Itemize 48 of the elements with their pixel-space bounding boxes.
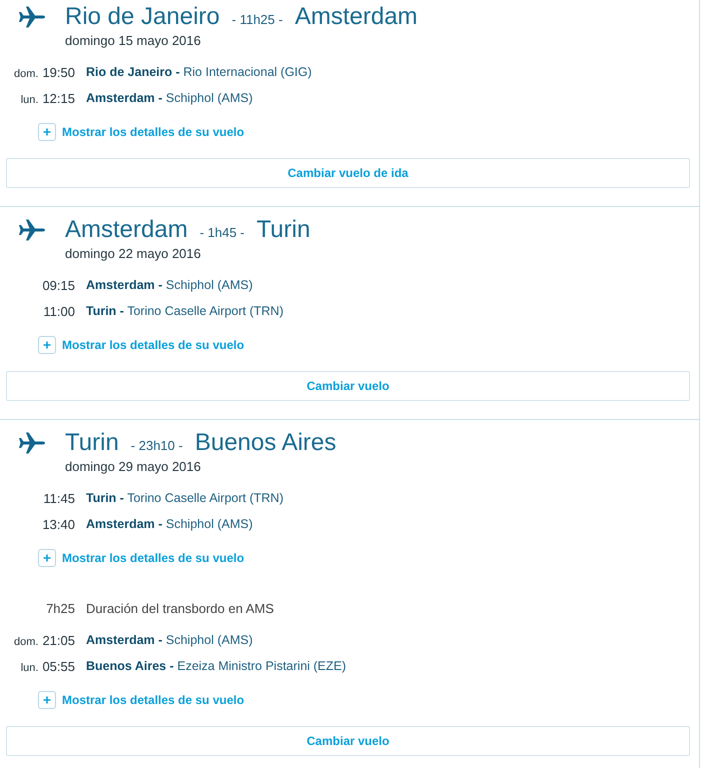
flight-date: domingo 22 mayo 2016 [65, 245, 202, 263]
airplane-icon [18, 432, 46, 454]
weekday-label: dom. [14, 636, 38, 648]
origin-city: Turin [65, 429, 119, 457]
plus-icon [38, 123, 56, 141]
show-details-link[interactable]: Mostrar los detalles de su vuelo [38, 335, 244, 355]
plus-icon [38, 691, 56, 709]
airport-label: Amsterdam - Schiphol (AMS) [86, 278, 253, 292]
flight-time: 11:45 [43, 490, 75, 506]
destination-city: Buenos Aires [194, 429, 336, 457]
airport-label: Turin - Torino Caselle Airport (TRN) [86, 304, 284, 318]
airport-label: Amsterdam - Schiphol (AMS) [86, 91, 253, 105]
flight-duration: - 23h10 - [130, 437, 183, 455]
weekday-label: lun. [20, 94, 38, 106]
flight-time: 11:00 [43, 304, 75, 318]
plus-icon [38, 549, 56, 567]
flight-time: 13:40 [42, 516, 75, 532]
weekday-label: dom. [14, 68, 38, 80]
show-details-link[interactable]: Mostrar los detalles de su vuelo [38, 690, 244, 710]
destination-city: Amsterdam [294, 3, 418, 31]
airplane-icon [18, 219, 46, 241]
transfer-label: Duración del transbordo en AMS [86, 600, 274, 616]
show-details-link[interactable]: Mostrar los detalles de su vuelo [38, 548, 244, 568]
airport-label: Amsterdam - Schiphol (AMS) [86, 517, 253, 531]
flight-time: 05:55 [42, 658, 75, 674]
flight-duration: - 11h25 - [232, 11, 283, 29]
flight-time: 19:50 [42, 64, 75, 80]
change-flight-button[interactable]: Cambiar vuelo [6, 726, 690, 756]
weekday-label: lun. [20, 662, 38, 674]
plus-icon [38, 336, 56, 354]
change-flight-button[interactable]: Cambiar vuelo [6, 371, 690, 401]
flight-date: domingo 15 mayo 2016 [65, 32, 202, 50]
origin-city: Rio de Janeiro [65, 3, 220, 31]
flight-date: domingo 29 mayo 2016 [65, 458, 202, 476]
transfer-duration: 7h25 [45, 600, 75, 616]
airport-label: Turin - Torino Caselle Airport (TRN) [86, 491, 284, 505]
origin-city: Amsterdam [65, 216, 188, 244]
flight-time: 09:15 [42, 278, 75, 292]
show-details-link[interactable]: Mostrar los detalles de su vuelo [38, 122, 244, 142]
airport-label: Buenos Aires - Ezeiza Ministro Pistarini (EZE) [86, 659, 346, 673]
flight-duration: - 1h45 - [200, 224, 245, 242]
flight-time: 12:15 [42, 90, 75, 106]
airport-label: Amsterdam - Schiphol (AMS) [86, 633, 253, 647]
airplane-icon [18, 6, 46, 28]
airport-label: Rio de Janeiro - Rio Internacional (GIG) [86, 65, 312, 79]
destination-city: Turin [256, 216, 310, 244]
flight-time: 21:05 [42, 632, 75, 648]
change-flight-button[interactable]: Cambiar vuelo de ida [6, 158, 690, 188]
